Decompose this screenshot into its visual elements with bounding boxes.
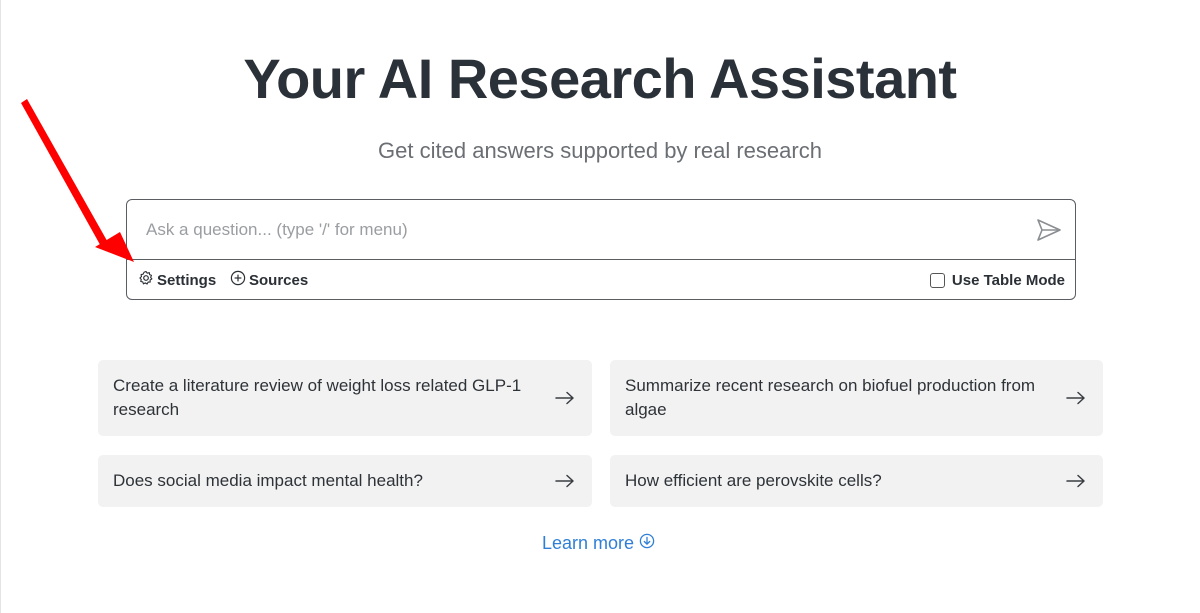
settings-label: Settings bbox=[157, 271, 217, 289]
search-row bbox=[127, 200, 1075, 260]
suggestion-card[interactable]: Does social media impact mental health? bbox=[98, 455, 592, 507]
page-title: Your AI Research Assistant bbox=[243, 47, 957, 110]
suggestion-card[interactable]: Create a literature review of weight los… bbox=[98, 360, 592, 436]
sources-label: Sources bbox=[249, 271, 309, 289]
table-mode-label: Use Table Mode bbox=[951, 271, 1065, 289]
page-subtitle: Get cited answers supported by real rese… bbox=[378, 138, 822, 163]
table-mode-checkbox[interactable] bbox=[929, 272, 945, 288]
learn-more-label: Learn more bbox=[542, 532, 635, 553]
table-mode-toggle[interactable]: Use Table Mode bbox=[929, 270, 1065, 290]
annotation-arrow-shaft bbox=[21, 99, 110, 250]
suggestion-text: Does social media impact mental health? bbox=[113, 471, 423, 490]
suggestion-text: Summarize recent research on biofuel pro… bbox=[625, 376, 1036, 419]
suggestion-text: How efficient are perovskite cells? bbox=[625, 471, 882, 490]
arrow-right-icon bbox=[1066, 391, 1086, 405]
search-box: Settings Sources Use Table Mode bbox=[126, 199, 1076, 300]
suggestion-card[interactable]: Summarize recent research on biofuel pro… bbox=[610, 360, 1103, 436]
gear-icon bbox=[138, 270, 157, 290]
suggestion-text: Create a literature review of weight los… bbox=[113, 376, 522, 419]
search-toolbar: Settings Sources Use Table Mode bbox=[127, 260, 1075, 300]
learn-more-link[interactable]: Learn more bbox=[542, 531, 655, 555]
settings-button[interactable]: Settings bbox=[138, 270, 216, 290]
arrow-right-icon bbox=[555, 474, 575, 488]
sources-button[interactable]: Sources bbox=[230, 270, 308, 290]
arrow-down-circle-icon bbox=[634, 533, 655, 554]
send-icon[interactable] bbox=[1035, 217, 1063, 243]
arrow-right-icon bbox=[1066, 474, 1086, 488]
arrow-right-icon bbox=[555, 391, 575, 405]
plus-circle-icon bbox=[230, 270, 249, 290]
search-input[interactable] bbox=[146, 217, 1016, 243]
page: Your AI Research Assistant Get cited ans… bbox=[0, 0, 1200, 613]
suggestion-card[interactable]: How efficient are perovskite cells? bbox=[610, 455, 1103, 507]
